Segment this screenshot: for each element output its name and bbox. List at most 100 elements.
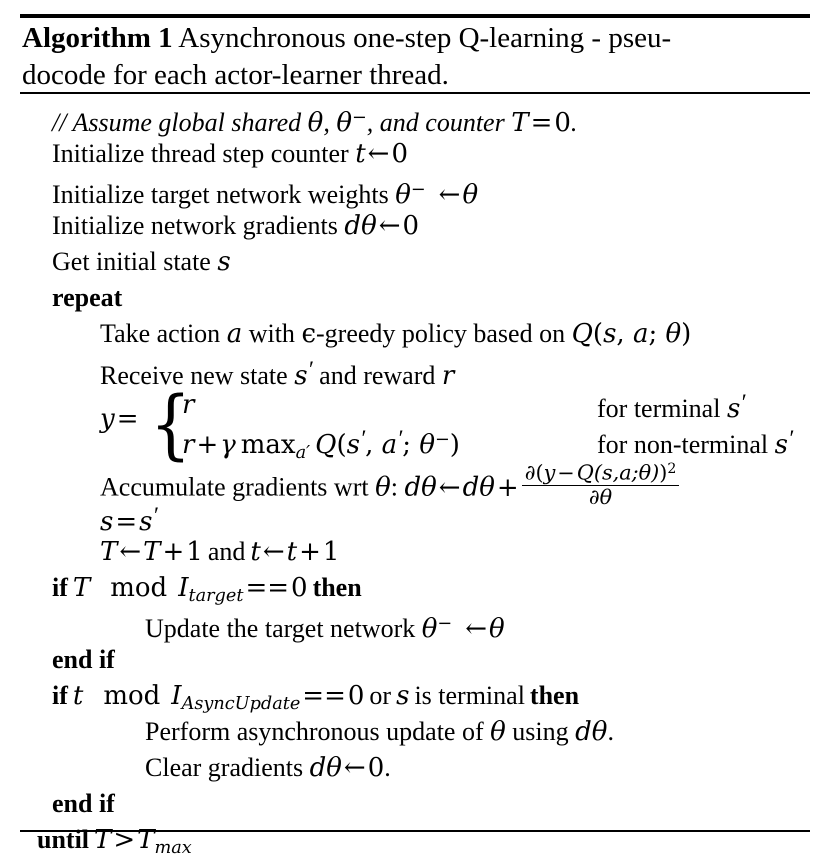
- case2-s: s: [346, 430, 360, 461]
- num-minus: −: [557, 460, 575, 485]
- y-var: y: [100, 404, 115, 434]
- line-perform-update: Perform asynchronous update of θ using d…: [22, 714, 822, 750]
- take-action-s: s: [603, 319, 617, 349]
- init-grad-d: d: [344, 211, 362, 241]
- take-action-mid: with: [242, 319, 302, 348]
- line-until: until T>Tmax: [22, 822, 822, 858]
- if-target-mod: mod: [110, 573, 168, 603]
- case2-Q: Q: [315, 430, 337, 461]
- incr-one1: 1: [186, 537, 203, 567]
- perform-theta2: θ: [591, 717, 608, 747]
- init-grad-text: Initialize network gradients: [52, 211, 345, 240]
- take-action-policy: -greedy policy based on: [316, 319, 572, 348]
- init-target-theta-sup: −: [410, 180, 426, 200]
- update-target-arrow: ←: [465, 614, 488, 645]
- case1-cond-s: s: [726, 394, 741, 425]
- case2-semi: ;: [402, 430, 420, 461]
- incr-one2: 1: [322, 537, 340, 567]
- incr-t1: t: [250, 537, 261, 567]
- take-action-pre: Take action: [100, 319, 227, 348]
- case-row-nonterminal: r+γ maxa′ Q(s′, a′; θ−): [182, 426, 460, 463]
- comment-theta: θ: [307, 108, 324, 139]
- comment-equals: =: [530, 108, 553, 139]
- clear-d: d: [309, 753, 327, 783]
- if-async-zero: 0: [347, 681, 365, 711]
- if-target-var: T: [72, 573, 91, 603]
- case1-cond-text: for terminal: [597, 394, 727, 424]
- keyword-end-if-1: end if: [52, 645, 115, 674]
- incr-plus2: +: [299, 537, 321, 567]
- line-accumulate-gradients: Accumulate gradients wrt θ: dθ←dθ+ ∂(y−Q(…: [22, 460, 822, 508]
- incr-arrow1: ←: [119, 537, 142, 567]
- update-target-text: Update the target network: [145, 614, 422, 644]
- incr-T2: T: [143, 537, 161, 567]
- line-end-if-1: end if: [22, 642, 822, 678]
- line-init-target-weights: Initialize target network weights θ− ←θ: [22, 172, 822, 211]
- clear-pre: Clear gradients: [145, 753, 310, 782]
- clear-period: .: [384, 753, 391, 782]
- line-repeat: repeat: [22, 280, 822, 316]
- line-if-async: if t mod IAsyncUpdate==0 or s is terminal then: [22, 678, 822, 714]
- get-state-var: s: [217, 247, 231, 277]
- init-target-text: Initialize target network weights: [52, 180, 396, 210]
- line-if-target: if Tmod Itarget==0 then: [22, 570, 822, 606]
- case2-comma: ,: [365, 430, 382, 461]
- comment-T: T: [511, 108, 529, 139]
- incr-and: and: [207, 537, 246, 566]
- line-s-assign: s=s′: [22, 498, 822, 538]
- if-async-is-terminal: is terminal: [414, 681, 525, 710]
- init-grad-arrow: ←: [378, 211, 401, 241]
- line-init-gradients: Initialize network gradients dθ←0: [22, 208, 822, 244]
- take-action-var: a: [226, 319, 243, 349]
- perform-pre: Perform asynchronous update of: [145, 717, 491, 746]
- perform-d: d: [575, 717, 592, 747]
- init-thread-text: Initialize thread step counter: [52, 139, 356, 168]
- algorithm-label: Algorithm 1: [22, 22, 173, 54]
- line-update-target: Update the target network θ− ←θ: [22, 606, 822, 645]
- keyword-if-async: if: [52, 681, 68, 710]
- comment-theta-minus-sup: −: [351, 108, 367, 128]
- init-target-theta: θ: [395, 180, 411, 211]
- init-grad-value: 0: [402, 211, 420, 241]
- init-grad-theta: θ: [361, 211, 377, 241]
- s-assign-lhs: s: [100, 507, 114, 538]
- if-async-s: s: [396, 681, 410, 711]
- fraction-numerator: ∂(y−Q(s,a;θ))2: [521, 460, 680, 487]
- case2-plus: +: [196, 430, 219, 461]
- if-async-var: t: [72, 681, 84, 711]
- until-T: T: [94, 825, 112, 855]
- comment-zero: 0: [554, 108, 571, 139]
- receive-r: r: [441, 361, 455, 392]
- keyword-then-target: then: [312, 573, 362, 602]
- algorithm-body: // Assume global shared θ, θ−, and count…: [22, 100, 822, 858]
- if-async-or: or: [369, 681, 392, 710]
- num-exponent: 2: [667, 461, 677, 477]
- if-async-mod: mod: [103, 681, 161, 711]
- incr-T1: T: [100, 537, 118, 567]
- case2-r: r: [182, 430, 195, 461]
- clear-theta: θ: [326, 753, 342, 783]
- take-action-theta: θ: [665, 319, 682, 349]
- take-action-close: ): [681, 319, 692, 349]
- case-row-terminal: r: [182, 390, 194, 420]
- keyword-end-if-2: end if: [52, 789, 115, 818]
- line-init-thread-counter: Initialize thread step counter t←0: [22, 136, 822, 172]
- if-async-eqeq: ==: [302, 681, 346, 711]
- take-action-Q: Q: [571, 319, 593, 349]
- case2-max-subscript: a′: [295, 442, 311, 463]
- epsilon-symbol: ϵ: [301, 319, 316, 349]
- clear-zero: 0: [367, 753, 385, 783]
- get-state-text: Get initial state: [52, 247, 218, 276]
- case2-cond-prime: ′: [787, 426, 794, 452]
- algorithm-title-text-1: Asynchronous one-step Q-learning - pseu-: [178, 22, 672, 54]
- comment-mid: , and counter: [366, 108, 512, 138]
- until-T-base: T: [137, 825, 155, 855]
- until-gt: >: [113, 825, 136, 855]
- if-target-eqeq: ==: [245, 573, 290, 603]
- incr-plus1: +: [162, 537, 185, 567]
- if-async-I: I: [171, 681, 182, 711]
- line-comment-assume: // Assume global shared θ, θ−, and count…: [22, 100, 822, 139]
- case1-value: r: [182, 390, 195, 420]
- comment-period: .: [570, 108, 578, 138]
- take-action-open: (: [592, 319, 604, 349]
